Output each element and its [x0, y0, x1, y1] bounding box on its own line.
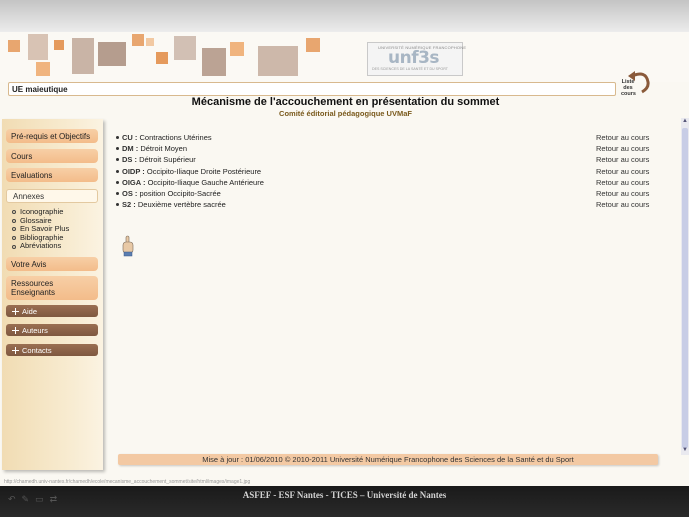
contacts-button[interactable]: Contacts — [6, 344, 98, 356]
abbreviation-entry: OS : position Occipito-Sacrée — [122, 188, 221, 198]
retour-au-cours-link[interactable]: Retour au cours — [596, 178, 649, 187]
list-item: OS : position Occipito-Sacrée Retour au … — [114, 189, 654, 200]
auteurs-button[interactable]: Auteurs — [6, 324, 98, 336]
list-item: CU : Contractions Utérines Retour au cou… — [114, 133, 654, 144]
retour-au-cours-link[interactable]: Retour au cours — [596, 144, 649, 153]
hand-cursor-icon — [122, 235, 134, 257]
list-item: DM : Détroit Moyen Retour au cours — [114, 144, 654, 155]
retour-au-cours-link[interactable]: Retour au cours — [596, 133, 649, 142]
annexes-submenu: Iconographie Glossaire En Savoir Plus Bi… — [12, 207, 69, 251]
list-item: DS : Détroit Supérieur Retour au cours — [114, 155, 654, 166]
list-item: OIGA : Occipito-Iliaque Gauche Antérieur… — [114, 178, 654, 189]
bullet-icon — [12, 244, 16, 249]
bullet-icon — [116, 180, 119, 184]
window-top-bar — [0, 0, 689, 32]
site-banner: UNIVERSITÉ NUMÉRIQUE FRANCOPHONE unf3s D… — [0, 32, 689, 82]
bullet-icon — [12, 236, 16, 241]
bullet-icon — [116, 191, 119, 195]
page-subtitle: Comité éditorial pédagogique UVMaF — [279, 109, 412, 118]
submenu-item-abreviations[interactable]: Abréviations — [12, 242, 69, 251]
page-title: Mécanisme de l'accouchement en présentat… — [191, 96, 500, 108]
abbreviation-entry: S2 : Deuxième vertèbre sacrée — [122, 200, 226, 210]
contacts-label: Contacts — [22, 346, 52, 355]
menu-annexes[interactable]: Annexes — [6, 189, 98, 203]
plus-icon — [12, 308, 19, 315]
menu-votre-avis[interactable]: Votre Avis — [6, 257, 98, 271]
bullet-icon — [116, 147, 119, 151]
bullet-icon — [116, 158, 119, 162]
list-courses-link[interactable]: Liste des cours — [621, 79, 636, 97]
logo-wordmark: unf3s — [388, 48, 440, 68]
aide-label: Aide — [22, 307, 38, 316]
abbreviation-entry: DS : Détroit Supérieur — [122, 155, 196, 165]
list-item: S2 : Deuxième vertèbre sacrée Retour au … — [114, 200, 654, 211]
menu-ressources-enseignants[interactable]: Ressources Enseignants — [6, 276, 98, 300]
aide-button[interactable]: Aide — [6, 305, 98, 317]
bullet-icon — [12, 218, 16, 223]
menu-cours[interactable]: Cours — [6, 149, 98, 163]
vertical-scrollbar[interactable]: ▲ ▼ — [681, 118, 689, 455]
sidebar: Pré-requis et Objectifs Cours Evaluation… — [2, 119, 103, 470]
abbreviation-entry: CU : Contractions Utérines — [122, 133, 212, 142]
plus-icon — [12, 327, 19, 334]
auteurs-label: Auteurs — [22, 326, 48, 335]
abbreviation-entry: OIGA : Occipito-Iliaque Gauche Antérieur… — [122, 177, 264, 187]
bullet-icon — [116, 136, 119, 139]
footer-update-bar: Mise à jour : 01/06/2010 © 2010-2011 Uni… — [118, 454, 658, 465]
retour-au-cours-link[interactable]: Retour au cours — [596, 200, 649, 209]
banner-photo-collage — [6, 34, 326, 80]
retour-au-cours-link[interactable]: Retour au cours — [596, 167, 649, 176]
bullet-icon — [116, 169, 119, 173]
scroll-up-icon[interactable]: ▲ — [681, 118, 689, 126]
bullet-icon — [12, 227, 16, 232]
retour-au-cours-link[interactable]: Retour au cours — [596, 189, 649, 198]
bullet-icon — [12, 210, 16, 215]
credits-text: ASFEF - ESF Nantes - TICES – Université … — [242, 490, 447, 500]
course-title-bar: UE maieutique — [8, 82, 616, 96]
submenu-item-label[interactable]: Abréviations — [20, 242, 61, 251]
abbreviations-list: CU : Contractions Utérines Retour au cou… — [114, 133, 654, 211]
list-item: OIDP : Occipito-Iliaque Droite Postérieu… — [114, 167, 654, 178]
abbreviation-entry: OIDP : Occipito-Iliaque Droite Postérieu… — [122, 166, 262, 176]
abbreviation-entry: DM : Détroit Moyen — [122, 144, 188, 154]
bottom-bar: ↶ ✎ ▭ ⇄ ASFEF - ESF Nantes - TICES – Uni… — [0, 486, 689, 517]
logo-subtitle: DES SCIENCES DE LA SANTÉ ET DU SPORT — [372, 67, 448, 71]
retour-au-cours-link[interactable]: Retour au cours — [596, 155, 649, 164]
plus-icon — [12, 347, 19, 354]
menu-prereq-objectifs[interactable]: Pré-requis et Objectifs — [6, 129, 98, 143]
unf3s-logo[interactable]: UNIVERSITÉ NUMÉRIQUE FRANCOPHONE unf3s D… — [367, 42, 466, 76]
menu-evaluations[interactable]: Evaluations — [6, 168, 98, 182]
scroll-thumb[interactable] — [682, 128, 688, 448]
bullet-icon — [116, 203, 119, 207]
scroll-down-icon[interactable]: ▼ — [681, 447, 689, 455]
status-bar-url: http://chamedh.univ-nantes.fr/chamedh/ec… — [4, 479, 251, 485]
